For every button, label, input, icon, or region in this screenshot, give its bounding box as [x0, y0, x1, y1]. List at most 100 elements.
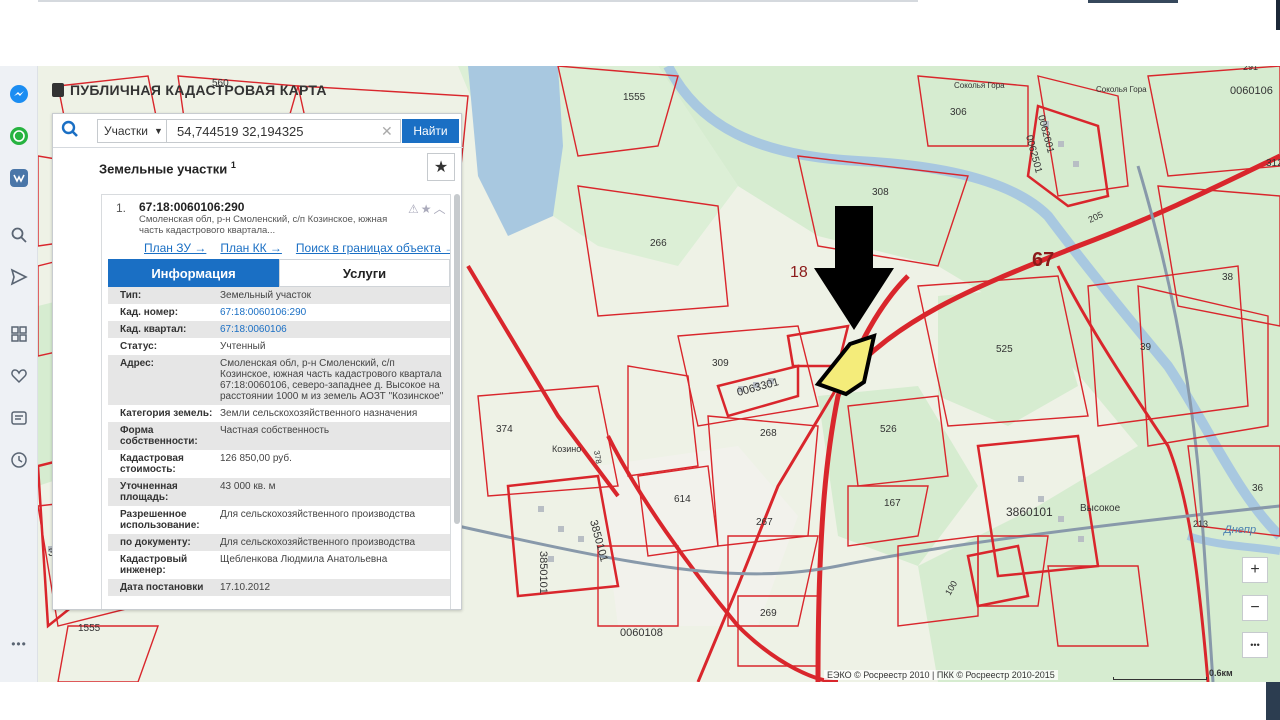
attr-row: Категория земель: Земли сельскохозяйствен…: [108, 405, 450, 422]
label-0060106: 0060106: [1230, 85, 1273, 97]
scale-label: 0.6км: [1209, 668, 1233, 678]
label-vysokoe: Высокое: [1080, 503, 1121, 514]
favorite-button[interactable]: ★: [427, 153, 455, 181]
attr-value: Земли сельскохозяйственного назначения: [220, 408, 418, 419]
label-36: 36: [1252, 483, 1264, 494]
top-divider: [38, 0, 918, 2]
attr-row: Разрешенное использование: Для сельскохоз…: [108, 506, 450, 534]
heart-icon[interactable]: [9, 366, 29, 386]
search-icon[interactable]: [9, 225, 29, 245]
result-item: 1. 67:18:0060106:290 Смоленская обл, р-н…: [101, 194, 451, 609]
warning-icon[interactable]: ⚠: [408, 202, 421, 216]
label-67b: 67: [1032, 249, 1054, 271]
attr-key: Тип:: [120, 290, 142, 301]
map-copyright: ЕЭКО © Росреестр 2010 | ПКК © Росреестр …: [824, 670, 1058, 680]
attr-value: Смоленская обл, р-н Смоленский, с/п Кози…: [220, 358, 444, 402]
result-count: 1: [230, 160, 236, 170]
label-sokolya2: Соколья Гора: [1096, 85, 1147, 94]
attr-value-link[interactable]: 67:18:0060106:290: [220, 307, 445, 318]
label-267: 267: [756, 517, 773, 528]
label-3850101a: 3850101: [537, 551, 549, 594]
search-type-select[interactable]: Участки ▼: [97, 119, 167, 143]
messenger-icon[interactable]: [9, 84, 29, 104]
panel-scrollbar[interactable]: [454, 194, 460, 524]
search-row: Участки ▼ 54,744519 32,194325 ✕ Найти: [53, 114, 463, 148]
attr-key: по документу:: [120, 537, 191, 548]
browser-bottom-area: [0, 682, 1280, 720]
bottom-decor: [1266, 682, 1280, 720]
attr-value: Частная собственность: [220, 425, 330, 436]
attr-value: Земельный участок: [220, 290, 312, 301]
more-options-button[interactable]: •••: [1242, 632, 1268, 658]
label-dnepr: Днепр: [1222, 524, 1256, 536]
label-0060108: 0060108: [620, 627, 663, 639]
browser-top-area: [0, 0, 1280, 66]
zoom-out-button[interactable]: −: [1242, 595, 1268, 621]
tab-information[interactable]: Информация: [108, 259, 279, 287]
label-18: 18: [790, 264, 808, 281]
attr-key: Кадастровая стоимость:: [120, 453, 184, 475]
tab-services[interactable]: Услуги: [279, 259, 450, 287]
attr-row: по документу: Для сельскохозяйственного п…: [108, 534, 450, 551]
pkk-logo-icon: [52, 83, 64, 97]
collapse-icon[interactable]: ︿: [434, 202, 448, 216]
label-308: 308: [872, 187, 889, 198]
attr-row: Статус: Учтенный: [108, 338, 450, 355]
attr-row: Кад. номер: 67:18:0060106:290: [108, 304, 450, 321]
label-sokolya1: Соколья Гора: [954, 81, 1005, 90]
chevron-down-icon: ▼: [154, 126, 163, 136]
label-38: 38: [1222, 272, 1234, 283]
result-cadastral-number[interactable]: 67:18:0060106:290: [139, 200, 244, 214]
whatsapp-icon[interactable]: [9, 126, 29, 146]
plan-kk-link[interactable]: План КК →: [220, 241, 282, 255]
attr-row: Уточненная площадь: 43 000 кв. м: [108, 478, 450, 506]
clock-icon[interactable]: [9, 450, 29, 470]
attr-value: 17.10.2012: [220, 582, 271, 593]
attr-row: Форма собственности: Частная собственност…: [108, 422, 450, 450]
more-icon[interactable]: •••: [9, 634, 29, 654]
clear-icon[interactable]: ✕: [381, 123, 393, 140]
label-525: 525: [996, 344, 1013, 355]
label-269: 269: [760, 608, 777, 619]
search-in-bounds-link[interactable]: Поиск в границах объекта →: [296, 241, 450, 255]
attr-value: Для сельскохозяйственного производства: [220, 537, 416, 548]
vk-icon[interactable]: [9, 168, 29, 188]
grid-icon[interactable]: [9, 324, 29, 344]
plan-zu-link[interactable]: План ЗУ →: [144, 241, 206, 255]
attr-key: Дата постановки: [120, 582, 204, 593]
label-39: 39: [1140, 342, 1152, 353]
top-decor-right: [1276, 0, 1280, 30]
attr-key: Кад. квартал:: [120, 324, 187, 335]
attr-row: Кад. квартал: 67:18:0060106: [108, 321, 450, 338]
result-address: Смоленская обл, р-н Смоленский, с/п Кози…: [139, 214, 388, 236]
label-614: 614: [674, 494, 691, 505]
label-306: 306: [950, 107, 967, 118]
scale-bar: [1113, 677, 1207, 680]
label-526: 526: [880, 424, 897, 435]
cadastral-map[interactable]: 560 1555 1555 266 18 67 67 308 306 291 0…: [38, 66, 1280, 682]
search-panel: Участки ▼ 54,744519 32,194325 ✕ Найти Зе…: [52, 113, 463, 610]
star-outline-icon[interactable]: ★: [421, 202, 434, 216]
map-title: ПУБЛИЧНАЯ КАДАСТРОВАЯ КАРТА: [52, 82, 327, 98]
label-1555b: 1555: [78, 623, 101, 634]
result-links: План ЗУ → План КК → Поиск в границах объ…: [144, 241, 450, 255]
attr-key: Разрешенное использование:: [120, 509, 200, 531]
send-icon[interactable]: [9, 267, 29, 287]
notes-icon[interactable]: [9, 408, 29, 428]
attr-value: 43 000 кв. м: [220, 481, 276, 492]
find-button[interactable]: Найти: [402, 119, 459, 143]
attr-key: Статус:: [120, 341, 158, 352]
search-query-text: 54,744519 32,194325: [177, 123, 304, 139]
search-icon[interactable]: [61, 120, 83, 142]
zoom-in-button[interactable]: +: [1242, 557, 1268, 583]
star-icon: ★: [433, 159, 449, 176]
attr-row: Кадастровая стоимость: 126 850,00 руб.: [108, 450, 450, 478]
label-309: 309: [712, 358, 729, 369]
label-3860101: 3860101: [1006, 505, 1053, 519]
attr-key: Адрес:: [120, 358, 154, 369]
label-312: 312: [1266, 158, 1280, 169]
search-input[interactable]: 54,744519 32,194325: [167, 119, 401, 143]
label-266: 266: [650, 238, 667, 249]
attr-row: Тип: Земельный участок: [108, 287, 450, 304]
attr-value-link[interactable]: 67:18:0060106: [220, 324, 445, 335]
